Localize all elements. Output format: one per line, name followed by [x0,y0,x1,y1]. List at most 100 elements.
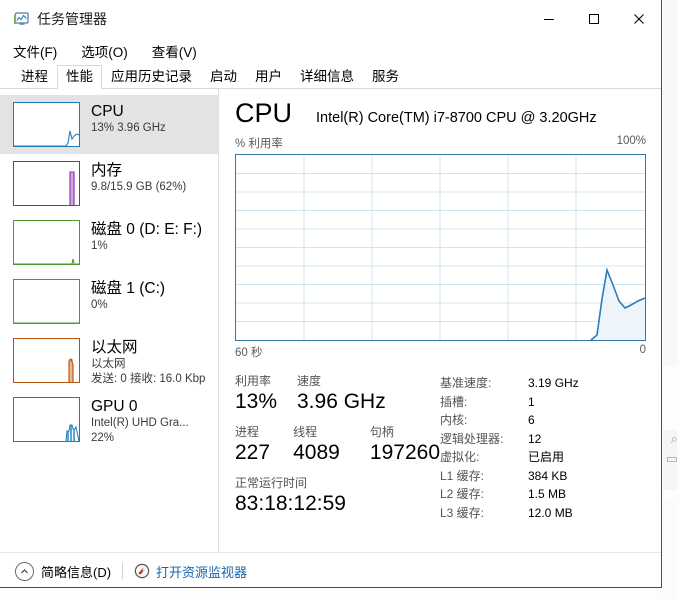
sidebar-title: GPU 0 [91,398,138,415]
window-controls [526,0,661,38]
sidebar-title: CPU [91,103,124,120]
sidebar-text: 磁盘 0 (D: E: F:) 1% [91,220,202,254]
cpu-model-name: Intel(R) Core(TM) i7-8700 CPU @ 3.20GHz [316,110,597,126]
stats-section: 利用率 13% 速度 3.96 GHz 进程 227 线程 4089 句柄 19… [235,373,646,526]
spec-row: L1 缓存: 384 KB [440,467,646,486]
sidebar-item-disk-0[interactable]: 磁盘 0 (D: E: F:) 1% [0,213,218,272]
background-glyph: ⌕ [670,432,678,447]
spec-row: 逻辑处理器: 12 [440,430,646,449]
threads-stat: 线程 4089 [293,424,370,466]
sidebar-item-cpu[interactable]: CPU 13% 3.96 GHz [0,95,218,154]
sidebar-item-gpu-0[interactable]: GPU 0 Intel(R) UHD Gra... 22% [0,390,218,449]
specs-column: 基准速度: 3.19 GHz 插槽: 1 内核: 6 逻辑处理器: 12 虚拟化… [440,373,646,526]
window-title: 任务管理器 [37,11,107,27]
resource-monitor-icon [134,563,150,579]
tab-services[interactable]: 服务 [363,65,408,88]
graph-axis-labels: % 利用率 100% [235,135,646,151]
spec-value: 3.19 GHz [528,376,579,390]
stats-left-column: 利用率 13% 速度 3.96 GHz 进程 227 线程 4089 句柄 19… [235,373,440,526]
spec-value: 6 [528,413,535,427]
speed-label: 速度 [297,374,322,388]
spec-value: 1.5 MB [528,487,567,501]
tab-startup[interactable]: 启动 [201,65,246,88]
chevron-up-icon [15,561,34,581]
threads-label: 线程 [293,425,318,439]
fewer-details-button[interactable]: 简略信息(D) [15,561,112,581]
title-bar: 任务管理器 [0,0,661,38]
spec-value: 已启用 [528,450,565,464]
spec-key: 虚拟化: [440,450,480,464]
ethernet-thumbnail [13,338,80,383]
tab-users[interactable]: 用户 [246,65,291,88]
sidebar-title: 磁盘 1 (C:) [91,280,166,297]
tab-app-history[interactable]: 应用历史记录 [102,65,201,88]
sidebar-text: 以太网 以太网 发送: 0 接收: 16.0 Kbp [91,338,205,387]
handles-label: 句柄 [369,425,394,439]
footer-bar: 简略信息(D) 打开资源监视器 [0,552,661,589]
sidebar-title: 内存 [91,162,123,179]
gpu-thumbnail [13,397,80,442]
menu-bar: 文件(F) 选项(O) 查看(V) [0,38,661,64]
menu-view[interactable]: 查看(V) [152,41,197,61]
open-resource-monitor-link[interactable]: 打开资源监视器 [134,562,247,581]
handles-value: 197260 [369,441,440,464]
background-artifact [663,500,677,600]
sidebar-subtitle: 9.8/15.9 GB (62%) [91,181,187,193]
graph-svg [236,155,645,340]
uptime-value: 83:18:12:59 [235,492,346,515]
disk1-thumbnail [13,279,80,324]
uptime-row: 正常运行时间 83:18:12:59 [235,475,440,517]
panel-header: CPU Intel(R) Core(TM) i7-8700 CPU @ 3.20… [235,97,646,129]
sidebar-item-memory[interactable]: 内存 9.8/15.9 GB (62%) [0,154,218,213]
page-title: CPU [235,98,293,128]
speed-value: 3.96 GHz [297,390,386,413]
sidebar-title: 磁盘 0 (D: E: F:) [91,221,203,238]
uptime-label: 正常运行时间 [235,476,308,490]
footer-divider [122,563,124,579]
spec-value: 384 KB [528,468,568,483]
spec-value: 1 [528,394,535,409]
sidebar-subtitle: 13% 3.96 GHz [91,122,166,134]
sidebar-text: 磁盘 1 (C:) 0% [91,279,165,313]
maximize-button[interactable] [571,0,616,38]
sidebar-detail: 发送: 0 接收: 16.0 Kbp [91,373,206,385]
sidebar-detail: 22% [91,432,115,444]
sidebar-item-disk-1[interactable]: 磁盘 1 (C:) 0% [0,272,218,331]
tab-details[interactable]: 详细信息 [291,65,363,88]
fewer-details-label: 简略信息(D) [41,564,112,580]
spec-row: 插槽: 1 [440,393,646,412]
handles-stat: 句柄 197260 [370,424,440,466]
sidebar-item-ethernet[interactable]: 以太网 以太网 发送: 0 接收: 16.0 Kbp [0,331,218,390]
graph-area-fill [591,270,645,340]
spec-row: 内核: 6 [440,411,646,430]
menu-options[interactable]: 选项(O) [81,41,128,61]
sidebar-subtitle: 0% [91,299,108,311]
tab-bar: 进程 性能 应用历史记录 启动 用户 详细信息 服务 [0,64,661,89]
sidebar-text: GPU 0 Intel(R) UHD Gra... 22% [91,397,189,446]
menu-file[interactable]: 文件(F) [13,41,57,61]
close-button[interactable] [616,0,661,38]
graph-x-right: 0 [639,344,646,356]
task-manager-window: 任务管理器 文件(F) 选项(O) 查看(V) 进程 性能 应用历史记录 启动 … [0,0,662,588]
resource-monitor-label: 打开资源监视器 [156,564,248,580]
memory-thumbnail [13,161,80,206]
tab-performance[interactable]: 性能 [57,65,102,89]
sidebar-subtitle: Intel(R) UHD Gra... [91,417,189,429]
spec-row: L3 缓存: 12.0 MB [440,504,646,523]
spec-value: 12.0 MB [528,505,573,520]
sidebar-subtitle: 以太网 [91,358,126,370]
background-artifact [663,0,677,366]
cpu-thumbnail [13,102,80,147]
spec-value: 12 [528,431,542,446]
spec-row: 虚拟化: 已启用 [440,448,646,467]
process-thread-handle-row: 进程 227 线程 4089 句柄 197260 [235,424,440,466]
utilization-value: 13% [235,390,278,413]
processes-value: 227 [235,441,271,464]
tab-processes[interactable]: 进程 [12,65,57,88]
cpu-utilization-graph [235,154,646,341]
content-area: CPU 13% 3.96 GHz 内存 9.8/15.9 GB (62%) 磁盘… [0,89,661,552]
sidebar-subtitle: 1% [91,240,108,252]
graph-time-labels: 60 秒 0 [235,344,646,360]
spec-key: 插槽: [440,394,468,409]
minimize-button[interactable] [526,0,571,38]
